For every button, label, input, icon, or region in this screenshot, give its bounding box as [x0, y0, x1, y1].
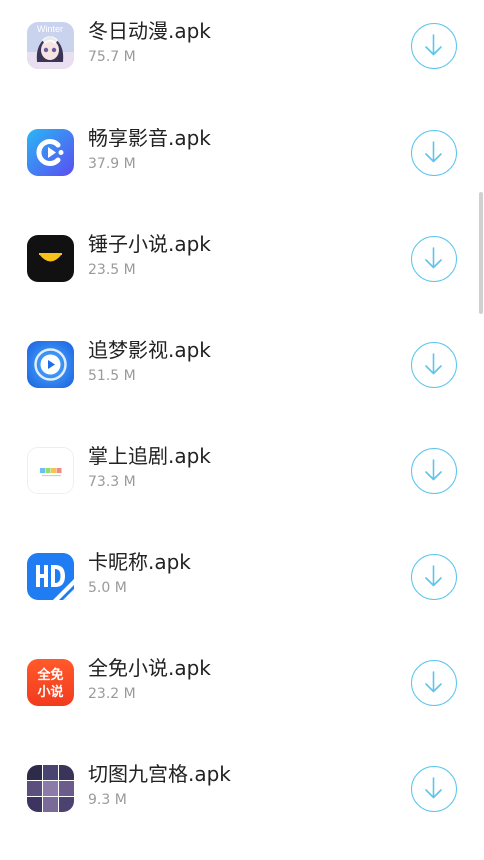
download-button[interactable] — [411, 130, 457, 176]
file-size: 23.2 M — [88, 686, 136, 702]
file-name: 追梦影视.apk — [88, 338, 211, 362]
list-item[interactable]: 卡昵称.apk 5.0 M — [0, 529, 484, 629]
download-arrow-icon — [425, 565, 442, 587]
scrollbar[interactable] — [479, 192, 483, 314]
download-arrow-icon — [425, 247, 442, 269]
color-blocks-icon — [27, 447, 74, 494]
file-size: 5.0 M — [88, 580, 127, 596]
file-size: 75.7 M — [88, 49, 136, 65]
download-button[interactable] — [411, 23, 457, 69]
eye-face-icon — [27, 235, 74, 282]
play-c-icon — [27, 129, 74, 176]
file-size: 73.3 M — [88, 474, 136, 490]
file-name: 卡昵称.apk — [88, 550, 191, 574]
list-item[interactable]: 掌上追剧.apk 73.3 M — [0, 423, 484, 523]
icon-text: Winter — [37, 24, 63, 34]
download-arrow-icon — [425, 459, 442, 481]
file-name: 锤子小说.apk — [88, 232, 211, 256]
list-item[interactable]: Winter 冬日动漫.apk 75.7 M — [0, 0, 484, 98]
download-button[interactable] — [411, 766, 457, 812]
text-logo-icon: 全免 小说 — [27, 659, 74, 706]
list-item[interactable]: 追梦影视.apk 51.5 M — [0, 317, 484, 417]
file-size: 23.5 M — [88, 262, 136, 278]
download-button[interactable] — [411, 660, 457, 706]
download-arrow-icon — [425, 34, 442, 56]
hd-icon — [27, 553, 74, 600]
file-size: 9.3 M — [88, 792, 127, 808]
download-button[interactable] — [411, 236, 457, 282]
list-item[interactable]: 畅享影音.apk 37.9 M — [0, 105, 484, 205]
file-size: 37.9 M — [88, 156, 136, 172]
download-button[interactable] — [411, 554, 457, 600]
file-name: 全免小说.apk — [88, 656, 211, 680]
download-arrow-icon — [425, 353, 442, 375]
download-arrow-icon — [425, 671, 442, 693]
file-size: 51.5 M — [88, 368, 136, 384]
icon-text-bottom: 小说 — [37, 684, 63, 700]
file-name: 畅享影音.apk — [88, 126, 211, 150]
play-circle-icon — [27, 341, 74, 388]
file-name: 掌上追剧.apk — [88, 444, 211, 468]
list-item[interactable]: 切图九宫格.apk 9.3 M — [0, 741, 484, 841]
grid-icon — [27, 765, 74, 812]
icon-text-top: 全免 — [36, 667, 63, 683]
anime-girl-icon: Winter — [27, 22, 74, 69]
download-button[interactable] — [411, 448, 457, 494]
download-button[interactable] — [411, 342, 457, 388]
download-arrow-icon — [425, 141, 442, 163]
file-name: 冬日动漫.apk — [88, 19, 211, 43]
download-arrow-icon — [425, 777, 442, 799]
list-item[interactable]: 锤子小说.apk 23.5 M — [0, 211, 484, 311]
list-item[interactable]: 全免 小说 全免小说.apk 23.2 M — [0, 635, 484, 735]
file-name: 切图九宫格.apk — [88, 762, 231, 786]
